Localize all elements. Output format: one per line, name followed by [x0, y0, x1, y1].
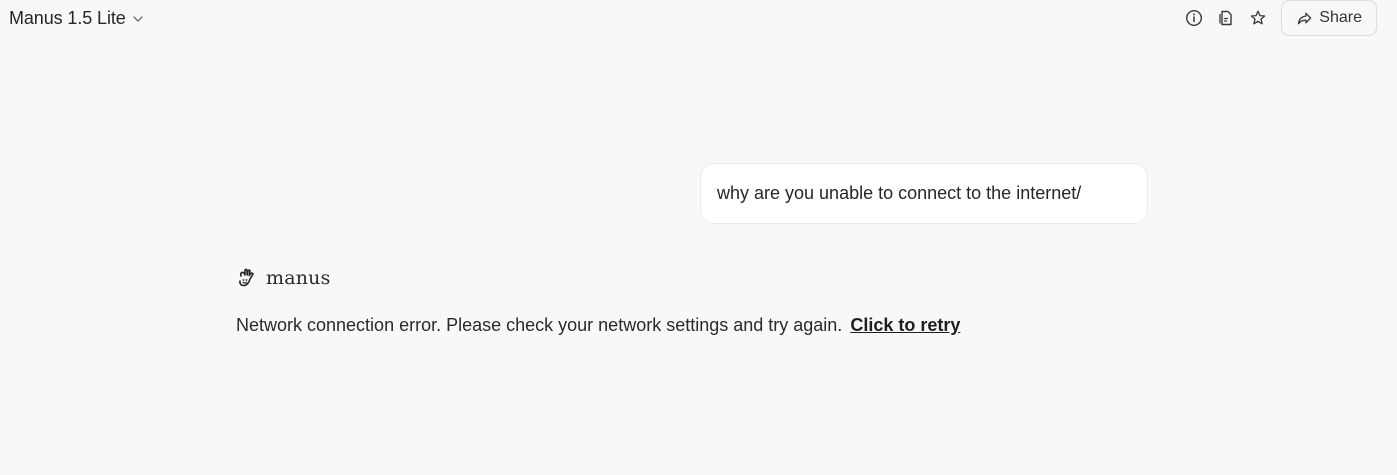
header-actions: Share: [1176, 0, 1377, 36]
user-message-text: why are you unable to connect to the int…: [717, 183, 1082, 203]
assistant-error-message: Network connection error. Please check y…: [236, 315, 960, 336]
assistant-header: manus: [236, 266, 331, 290]
share-button[interactable]: Share: [1281, 0, 1377, 36]
star-icon[interactable]: [1244, 4, 1272, 32]
model-switcher[interactable]: Manus 1.5 Lite: [9, 6, 144, 30]
manus-logo-icon: [239, 268, 254, 287]
error-text: Network connection error. Please check y…: [236, 315, 843, 335]
user-message-bubble: why are you unable to connect to the int…: [700, 163, 1148, 224]
file-icon[interactable]: [1212, 4, 1240, 32]
model-name: Manus 1.5 Lite: [9, 7, 126, 28]
retry-link[interactable]: Click to retry: [850, 315, 960, 335]
chat-page: Manus 1.5 Lite Share why are you unable …: [0, 0, 1397, 475]
info-icon[interactable]: [1180, 4, 1208, 32]
share-label: Share: [1319, 9, 1362, 26]
assistant-brand-name: manus: [266, 267, 331, 289]
chevron-down-icon: [132, 13, 144, 25]
share-icon: [1298, 12, 1312, 24]
